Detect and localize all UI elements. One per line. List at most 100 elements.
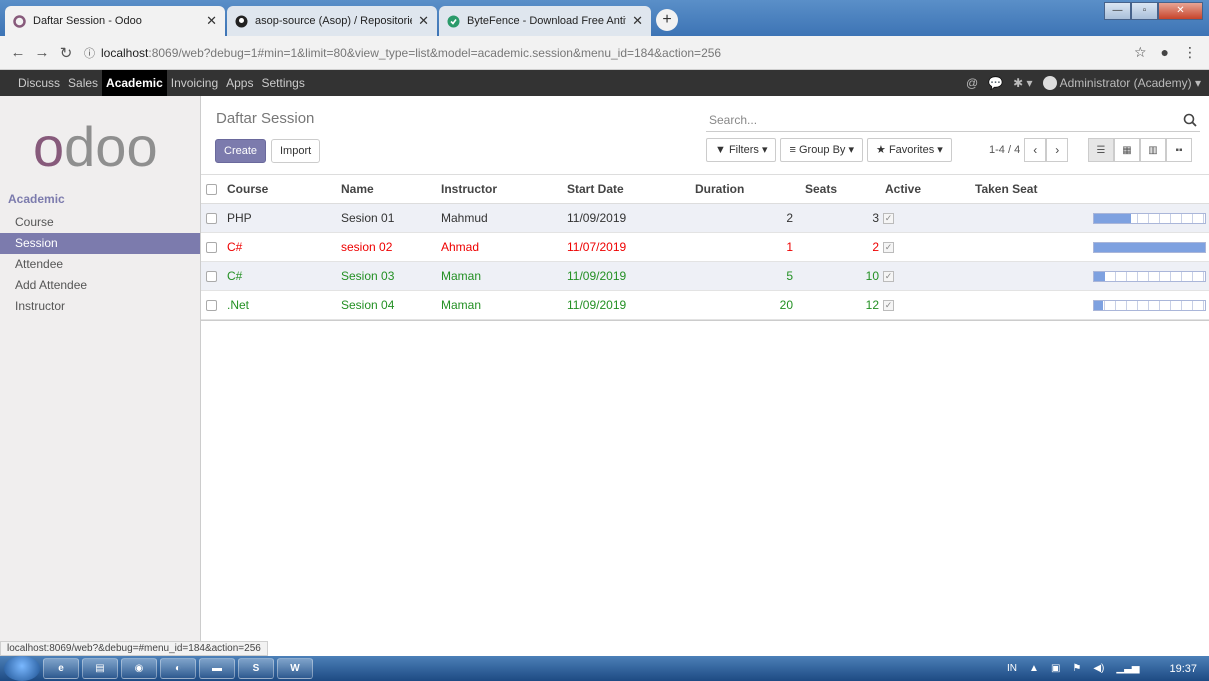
calendar-view-button[interactable]: ▦ [1114,138,1140,162]
browser-tab-odoo[interactable]: Daftar Session - Odoo ✕ [5,6,225,36]
close-tab-icon[interactable]: ✕ [206,13,217,29]
row-checkbox[interactable] [206,300,217,312]
row-checkbox[interactable] [206,213,217,225]
menu-academic[interactable]: Academic [102,70,167,96]
volume-icon[interactable]: ◀) [1093,663,1104,674]
cell-course: C# [227,240,243,254]
search-input[interactable]: Search... [706,113,1182,127]
ie-icon[interactable]: e [43,658,79,679]
col-name[interactable]: Name [317,182,435,196]
bug-icon[interactable]: ✱ ▾ [1013,76,1032,90]
col-taken-seat[interactable]: Taken Seat [969,182,1209,196]
groupby-dropdown[interactable]: ≡ Group By ▾ [780,138,864,162]
at-icon[interactable]: @ [966,76,978,90]
col-duration[interactable]: Duration [689,182,799,196]
cell-seats: 3 [872,211,879,225]
browser-tab-bytefence[interactable]: ByteFence - Download Free Antiv ✕ [439,6,651,36]
pager-next-button[interactable]: › [1046,138,1069,162]
favorites-dropdown[interactable]: ★ Favorites ▾ [867,138,952,162]
word-icon[interactable]: W [277,658,313,679]
create-button[interactable]: Create [215,139,267,163]
table-header: Course Name Instructor Start Date Durati… [201,174,1209,204]
sidebar-item-instructor[interactable]: Instructor [0,296,200,317]
close-window-button[interactable]: ✕ [1158,2,1203,20]
active-checkbox: ✓ [883,242,894,254]
taken-seat-progress-bar [1093,270,1206,282]
cell-name: sesion 02 [341,240,393,254]
menu-invoicing[interactable]: Invoicing [167,70,222,96]
sidebar-item-attendee[interactable]: Attendee [0,254,200,275]
menu-settings[interactable]: Settings [257,70,308,96]
info-icon[interactable]: ⓘ [84,45,95,61]
table-row[interactable]: .Net Sesion 04 Maman 11/09/2019 20 12 ✓ [201,291,1209,320]
cell-seats: 10 [865,269,879,283]
logo-text: odoo [33,118,158,178]
col-start-date[interactable]: Start Date [561,182,689,196]
url-field[interactable]: ⓘ localhost:8069/web?debug=1#min=1&limit… [84,45,1134,61]
back-arrow-icon[interactable]: ← [6,44,30,61]
close-tab-icon[interactable]: ✕ [418,13,429,29]
github-icon [235,15,248,28]
taken-seat-progress-bar [1093,241,1206,253]
clock[interactable]: 19:37 [1169,663,1197,675]
windows-taskbar: e ▤ ◉ ◐ ▬ S W IN ▲ ▣ ⚑ ◀) ▁▃▅ 19:37 [0,656,1209,681]
chat-icon[interactable]: 💬 [988,76,1003,90]
row-checkbox[interactable] [206,271,217,283]
cell-seats: 12 [865,298,879,312]
minimize-button[interactable]: — [1104,2,1131,20]
sidebar-section-title: Academic [8,192,65,206]
pager-value[interactable]: 1-4 / 4 [989,144,1020,156]
menu-apps[interactable]: Apps [222,70,257,96]
table-row[interactable]: PHP Sesion 01 Mahmud 11/09/2019 2 3 ✓ [201,204,1209,233]
table-row[interactable]: C# Sesion 03 Maman 11/09/2019 5 10 ✓ [201,262,1209,291]
cmd-icon[interactable]: ▬ [199,658,235,679]
col-course[interactable]: Course [221,182,317,196]
signal-icon[interactable]: ▁▃▅ [1116,663,1139,674]
import-button[interactable]: Import [271,139,321,163]
menu-discuss[interactable]: Discuss [14,70,64,96]
flag-icon[interactable]: ⚑ [1072,663,1081,674]
browser-tab-github[interactable]: asop-source (Asop) / Repositorie ✕ [227,6,437,36]
new-tab-button[interactable]: + [656,9,678,31]
kanban-view-button[interactable]: ▪▪ [1166,138,1192,162]
maximize-button[interactable]: ▫ [1131,2,1158,20]
forward-arrow-icon[interactable]: → [30,44,54,61]
folder-icon[interactable]: ▤ [82,658,118,679]
close-tab-icon[interactable]: ✕ [632,13,643,29]
select-all-checkbox[interactable] [206,184,217,196]
reload-icon[interactable]: ↻ [54,44,78,62]
row-checkbox[interactable] [206,242,217,254]
cell-instructor: Maman [441,298,482,312]
search-bar[interactable]: Search... [706,108,1200,132]
menu-sales[interactable]: Sales [64,70,102,96]
col-active[interactable]: Active [879,182,969,196]
firefox-icon[interactable]: ◐ [160,658,196,679]
cell-duration: 5 [786,269,793,283]
profile-icon[interactable]: ● [1161,44,1169,61]
menu-kebab-icon[interactable]: ⋮ [1183,44,1197,61]
network-icon[interactable]: ▣ [1051,663,1060,674]
taken-seat-progress-bar [1093,299,1206,311]
bookmark-star-icon[interactable]: ☆ [1134,44,1147,61]
tray-expand-icon[interactable]: ▲ [1029,663,1039,674]
table-row[interactable]: C# sesion 02 Ahmad 11/07/2019 1 2 ✓ [201,233,1209,262]
col-instructor[interactable]: Instructor [435,182,561,196]
kanban-icon: ▪▪ [1175,144,1183,156]
chrome-icon[interactable]: ◉ [121,658,157,679]
language-indicator[interactable]: IN [1007,663,1017,674]
filters-dropdown[interactable]: ▼ Filters ▾ [706,138,777,162]
start-button[interactable] [4,656,40,681]
sidebar-item-add-attendee[interactable]: Add Attendee [0,275,200,296]
pager-previous-button[interactable]: ‹ [1024,138,1047,162]
graph-view-button[interactable]: ▥ [1140,138,1166,162]
sublime-icon[interactable]: S [238,658,274,679]
sidebar-item-session[interactable]: Session [0,233,200,254]
user-menu[interactable]: Administrator (Academy) ▾ [1042,76,1201,91]
search-icon[interactable] [1182,112,1198,128]
tab-title: Daftar Session - Odoo [33,15,142,27]
list-view-button[interactable]: ☰ [1088,138,1114,162]
col-seats[interactable]: Seats [799,182,879,196]
cell-course: .Net [227,298,250,312]
cell-start-date: 11/09/2019 [567,298,627,312]
sidebar-item-course[interactable]: Course [0,212,200,233]
